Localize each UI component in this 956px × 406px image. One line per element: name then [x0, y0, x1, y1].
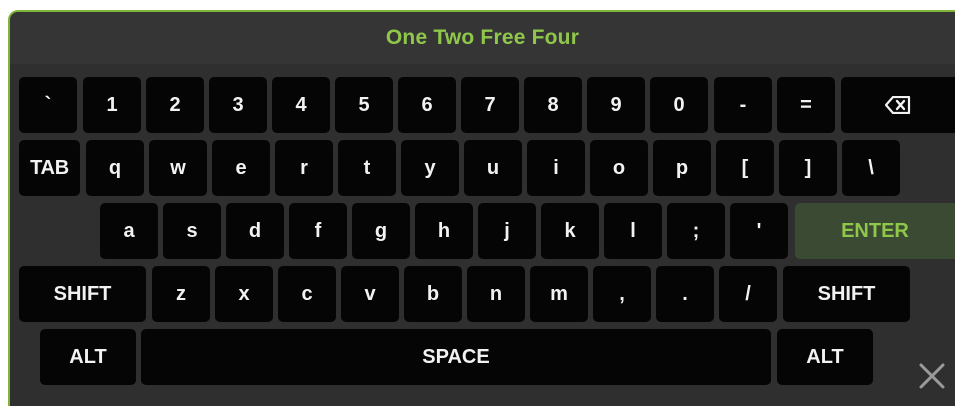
key-8[interactable]: 8: [524, 77, 582, 133]
key-period[interactable]: .: [656, 266, 714, 322]
key-k[interactable]: k: [541, 203, 599, 259]
key-quote[interactable]: ': [730, 203, 788, 259]
key-backtick[interactable]: `: [19, 77, 77, 133]
key-u[interactable]: u: [464, 140, 522, 196]
key-semicolon[interactable]: ;: [667, 203, 725, 259]
key-v[interactable]: v: [341, 266, 399, 322]
key-7[interactable]: 7: [461, 77, 519, 133]
left-alt-button[interactable]: ALT: [40, 329, 136, 385]
key-i[interactable]: i: [527, 140, 585, 196]
key-y[interactable]: y: [401, 140, 459, 196]
backspace-button[interactable]: [841, 77, 955, 133]
key-right-bracket[interactable]: ]: [779, 140, 837, 196]
key-3[interactable]: 3: [209, 77, 267, 133]
input-preview: One Two Free Four: [10, 12, 955, 64]
key-p[interactable]: p: [653, 140, 711, 196]
key-f[interactable]: f: [289, 203, 347, 259]
key-backslash[interactable]: \: [842, 140, 900, 196]
key-r[interactable]: r: [275, 140, 333, 196]
key-e[interactable]: e: [212, 140, 270, 196]
close-button[interactable]: [913, 360, 951, 396]
left-shift-button[interactable]: SHIFT: [19, 266, 146, 322]
key-b[interactable]: b: [404, 266, 462, 322]
key-comma[interactable]: ,: [593, 266, 651, 322]
key-tab[interactable]: TAB: [19, 140, 80, 196]
key-z[interactable]: z: [152, 266, 210, 322]
close-icon: [918, 362, 946, 395]
key-g[interactable]: g: [352, 203, 410, 259]
key-o[interactable]: o: [590, 140, 648, 196]
key-minus[interactable]: -: [714, 77, 772, 133]
key-9[interactable]: 9: [587, 77, 645, 133]
right-alt-button[interactable]: ALT: [777, 329, 873, 385]
key-4[interactable]: 4: [272, 77, 330, 133]
key-n[interactable]: n: [467, 266, 525, 322]
key-x[interactable]: x: [215, 266, 273, 322]
key-m[interactable]: m: [530, 266, 588, 322]
key-t[interactable]: t: [338, 140, 396, 196]
key-6[interactable]: 6: [398, 77, 456, 133]
enter-button[interactable]: ENTER: [795, 203, 955, 259]
backspace-icon: [885, 96, 911, 114]
key-l[interactable]: l: [604, 203, 662, 259]
key-2[interactable]: 2: [146, 77, 204, 133]
space-button[interactable]: SPACE: [141, 329, 771, 385]
key-d[interactable]: d: [226, 203, 284, 259]
key-h[interactable]: h: [415, 203, 473, 259]
key-5[interactable]: 5: [335, 77, 393, 133]
key-a[interactable]: a: [100, 203, 158, 259]
key-w[interactable]: w: [149, 140, 207, 196]
key-j[interactable]: j: [478, 203, 536, 259]
key-q[interactable]: q: [86, 140, 144, 196]
key-left-bracket[interactable]: [: [716, 140, 774, 196]
key-1[interactable]: 1: [83, 77, 141, 133]
key-s[interactable]: s: [163, 203, 221, 259]
input-text: One Two Free Four: [385, 26, 580, 49]
key-equals[interactable]: =: [777, 77, 835, 133]
key-slash[interactable]: /: [719, 266, 777, 322]
key-0[interactable]: 0: [650, 77, 708, 133]
key-c[interactable]: c: [278, 266, 336, 322]
right-shift-button[interactable]: SHIFT: [783, 266, 910, 322]
